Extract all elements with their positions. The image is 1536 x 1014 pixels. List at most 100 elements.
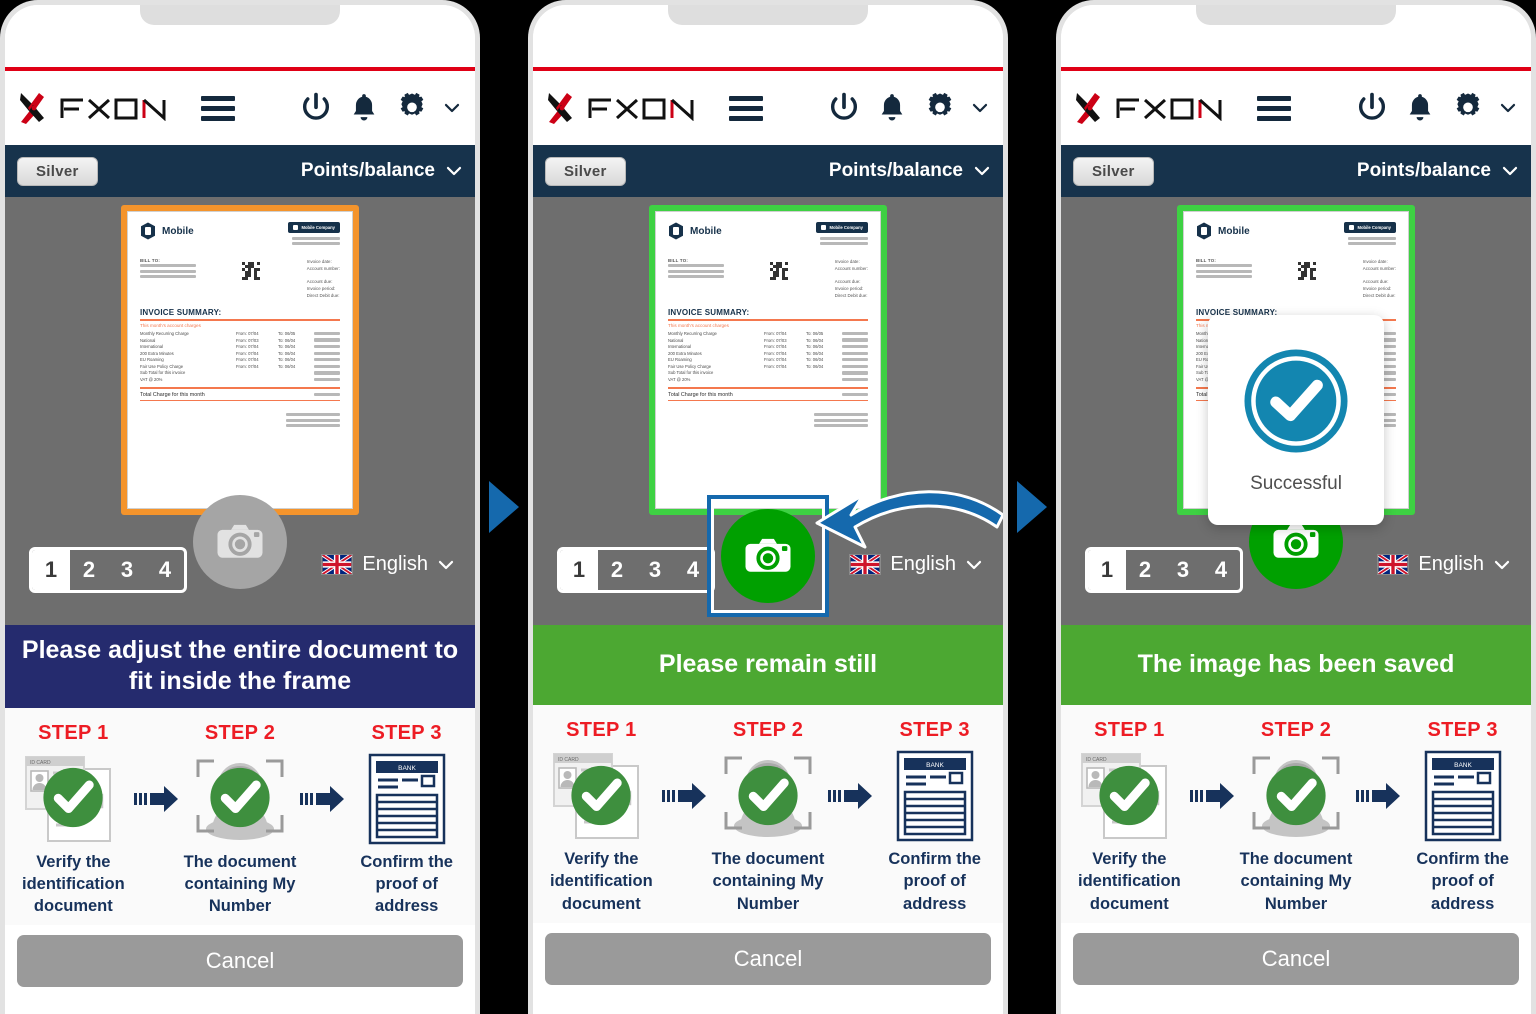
cancel-button[interactable]: Cancel — [545, 932, 991, 985]
arrow-right-icon — [1356, 783, 1401, 809]
line-item-from: From: 07/04 — [236, 357, 259, 363]
green-check-icon — [571, 765, 631, 826]
step-arrow — [133, 722, 180, 814]
invoice-brand-name: Mobile — [162, 225, 194, 237]
page-indicator-1[interactable]: 1 — [1088, 550, 1126, 590]
chevron-down-icon[interactable] — [973, 162, 991, 180]
rank-badge[interactable]: Silver — [545, 156, 626, 186]
phone-notch — [668, 5, 868, 25]
gear-icon[interactable] — [1451, 91, 1485, 125]
line-item-to: To: 06/04 — [278, 337, 296, 343]
step-illustration: ID CARD — [13, 751, 134, 847]
capture-controls: 1234 English — [5, 495, 475, 625]
page-indicator-1[interactable]: 1 — [32, 550, 70, 590]
document-capture-frame: Mobile Mobile Company BILL TO: Invoice d… — [649, 205, 887, 515]
fxon-logo-text — [588, 98, 694, 121]
bell-icon[interactable] — [1403, 91, 1437, 125]
uk-flag-icon — [1377, 554, 1410, 575]
line-item-to: To: 06/04 — [806, 350, 824, 356]
uk-flag-icon — [321, 554, 354, 575]
invoice-meta-line: Account number: — [834, 266, 868, 272]
chevron-down-icon[interactable] — [1499, 99, 1517, 117]
invoice-summary-title: INVOICE SUMMARY: — [140, 308, 222, 318]
page-indicator-4[interactable]: 4 — [146, 550, 184, 590]
gear-icon[interactable] — [923, 91, 957, 125]
line-item-name: 200 Extra Minutes — [668, 350, 702, 356]
chevron-down-icon[interactable] — [443, 99, 461, 117]
invoice-meta-line: Account due: — [834, 278, 861, 284]
cancel-button[interactable]: Cancel — [17, 935, 463, 988]
invoice-brand: Mobile — [140, 222, 194, 240]
power-icon[interactable] — [299, 91, 333, 125]
qr-code-icon — [1298, 262, 1317, 280]
hamburger-icon[interactable] — [201, 95, 235, 121]
phone-mockup-3: Silver Points/balance Mobile Mobile Comp… — [1056, 0, 1536, 1014]
chevron-down-icon[interactable] — [971, 99, 989, 117]
bell-icon[interactable] — [347, 91, 381, 125]
invoice-line-item: Fair Use Policy Charge From: 07/04 To: 0… — [668, 364, 868, 369]
page-indicator: 1234 — [29, 547, 187, 593]
line-item-to: To: 06/04 — [278, 357, 296, 363]
steps-section: STEP 1 ID CARD Verify the identification… — [5, 707, 475, 926]
invoice-meta-line: Invoice period: — [306, 285, 336, 291]
power-icon[interactable] — [827, 91, 861, 125]
arrow-right-icon — [300, 785, 345, 812]
phone-notch — [1196, 5, 1396, 25]
invoice-meta-line: Direct Debit due: — [834, 293, 868, 299]
svg-text:BANK: BANK — [398, 765, 416, 772]
account-bar: Silver Points/balance — [533, 145, 1003, 197]
page-indicator-3[interactable]: 3 — [1164, 550, 1202, 590]
page-indicator-1[interactable]: 1 — [560, 550, 598, 590]
line-item-amount — [314, 351, 340, 355]
language-selector[interactable]: English — [321, 553, 455, 576]
language-selector[interactable]: English — [1377, 553, 1511, 576]
chevron-down-icon[interactable] — [445, 162, 463, 180]
points-balance-toggle[interactable]: Points/balance — [301, 160, 463, 182]
step-2: STEP 2 The document containing My Number — [180, 722, 301, 918]
points-balance-toggle[interactable]: Points/balance — [829, 160, 991, 182]
mobile-logo-icon — [1197, 222, 1211, 240]
hamburger-icon[interactable] — [1257, 95, 1291, 121]
step-arrow — [828, 719, 874, 811]
chevron-down-icon[interactable] — [1501, 162, 1519, 180]
line-item-name: International — [668, 344, 692, 350]
step-illustration: BANK — [874, 748, 995, 844]
page-indicator-2[interactable]: 2 — [1126, 550, 1164, 590]
line-item-name: VAT @ 20% — [668, 377, 691, 383]
rank-badge[interactable]: Silver — [1073, 156, 1154, 186]
bell-icon[interactable] — [875, 91, 909, 125]
step-illustration — [1236, 748, 1357, 844]
gear-icon[interactable] — [395, 91, 429, 125]
points-balance-label: Points/balance — [828, 160, 963, 181]
page-indicator: 1234 — [1085, 547, 1243, 593]
page-indicator-3[interactable]: 3 — [108, 550, 146, 590]
line-item-from: From: 07/04 — [236, 363, 259, 369]
invoice-line-item: International From: 07/04 To: 06/04 — [140, 344, 340, 349]
points-balance-toggle[interactable]: Points/balance — [1357, 160, 1519, 182]
invoice-line-item: VAT @ 20% — [140, 377, 340, 382]
cancel-button[interactable]: Cancel — [1073, 932, 1519, 985]
fxon-logo-mark — [548, 93, 572, 124]
hamburger-icon[interactable] — [729, 95, 763, 121]
step-2: STEP 2 The document containing My Number — [708, 719, 829, 915]
line-item-name: 200 Extra Minutes — [140, 350, 174, 356]
capture-controls: 1234 English — [1061, 495, 1531, 625]
invoice-line-item: National From: 07/03 To: 06/04 — [668, 338, 868, 343]
power-icon[interactable] — [1355, 91, 1389, 125]
page-indicator-3[interactable]: 3 — [636, 550, 674, 590]
invoice-company-chip: Mobile Company — [288, 222, 340, 233]
camera-icon — [745, 538, 791, 572]
step-illustration — [180, 751, 301, 847]
green-check-icon — [1099, 765, 1159, 826]
chevron-down-icon[interactable] — [1493, 556, 1511, 574]
step-caption: Confirm the proof of address — [888, 850, 981, 913]
status-banner: The image has been saved — [1061, 625, 1531, 705]
step-1: STEP 1 ID CARD Verify the identification… — [1069, 719, 1190, 915]
rank-badge[interactable]: Silver — [17, 156, 98, 186]
page-indicator-4[interactable]: 4 — [1202, 550, 1240, 590]
chevron-down-icon[interactable] — [437, 556, 455, 574]
green-check-icon — [210, 768, 270, 828]
page-indicator-2[interactable]: 2 — [598, 550, 636, 590]
invoice-line-item: Fair Use Policy Charge From: 07/04 To: 0… — [140, 364, 340, 369]
page-indicator-2[interactable]: 2 — [70, 550, 108, 590]
